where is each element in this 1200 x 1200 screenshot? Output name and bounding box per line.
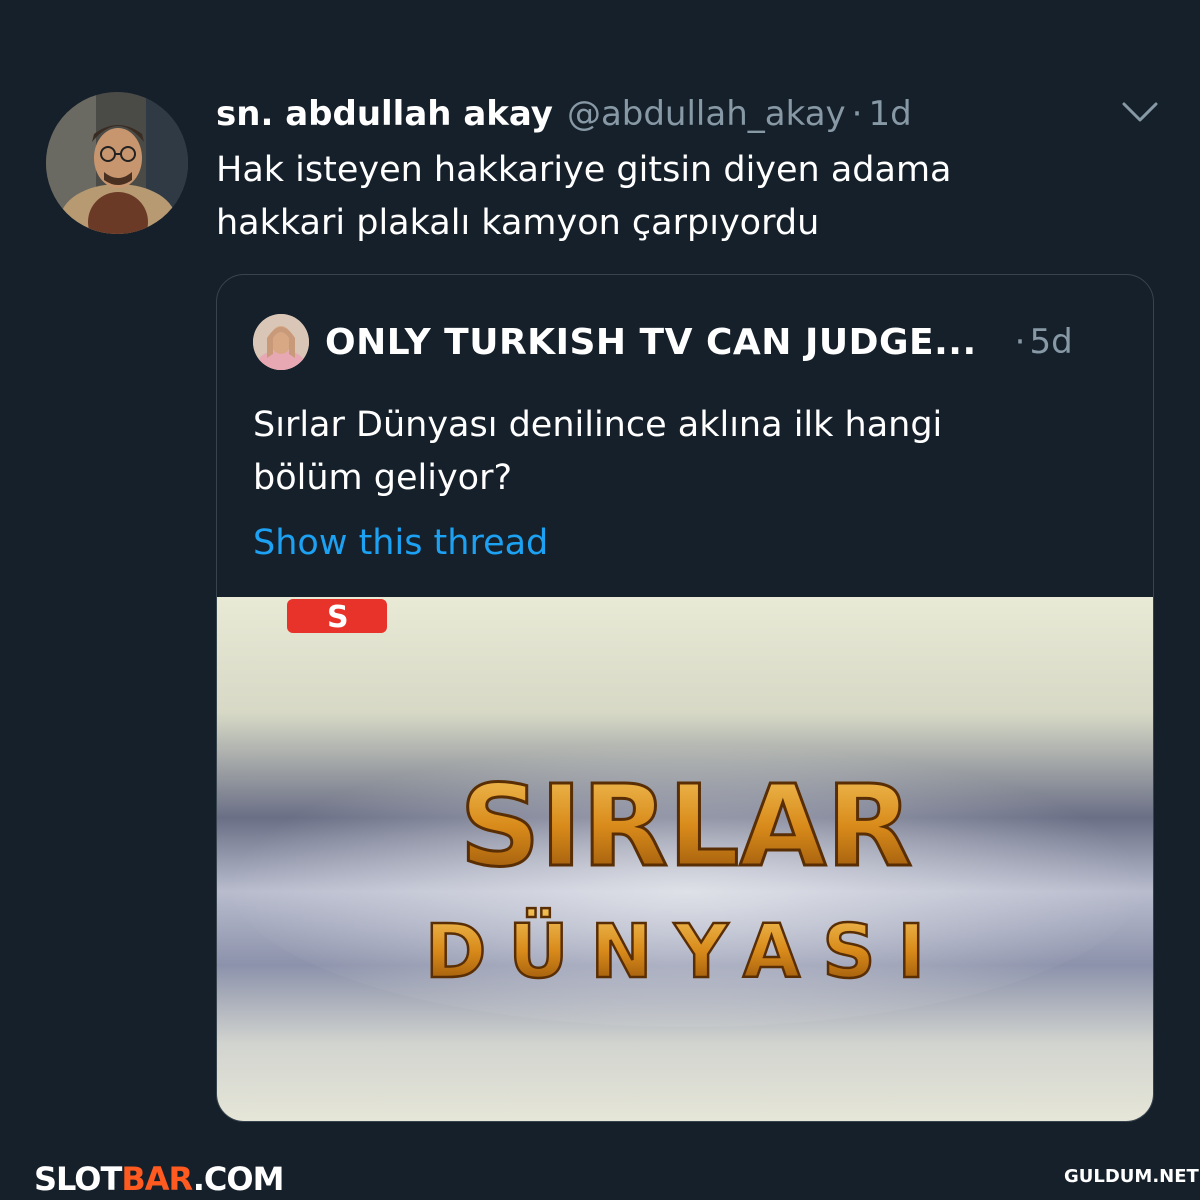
timestamp[interactable]: 1d (868, 94, 911, 134)
quoted-text-line: Sırlar Dünyası denilince aklına ilk hang… (253, 405, 943, 445)
tweet-text-line: Hak isteyen hakkariye gitsin diyen adama (216, 150, 952, 190)
quoted-avatar[interactable] (253, 314, 309, 370)
watermark-part: SLOT (34, 1160, 122, 1198)
media-title-line1: SIRLAR (460, 762, 913, 892)
separator-dot: · (851, 94, 863, 134)
channel-logo: S (327, 600, 349, 635)
watermark-guldum: GULDUM.NET (1064, 1166, 1199, 1187)
quoted-tweet[interactable]: ONLY TURKISH TV CAN JUDGE... · 5d Sırlar… (216, 274, 1154, 1122)
quoted-display-name[interactable]: ONLY TURKISH TV CAN JUDGE... (325, 322, 977, 363)
quoted-text-line: bölüm geliyor? (253, 458, 513, 498)
quoted-timestamp[interactable]: 5d (1029, 322, 1072, 362)
quoted-media-image[interactable]: S SIRLAR DÜNYASI (217, 597, 1153, 1121)
handle[interactable]: @abdullah_akay (567, 94, 846, 134)
quoted-tweet-text: Sırlar Dünyası denilince aklına ilk hang… (253, 399, 1113, 505)
watermark-slotbar: SLOTBAR.COM (34, 1160, 285, 1198)
tweet-text-line: hakkari plakalı kamyon çarpıyordu (216, 203, 820, 243)
tweet[interactable]: sn. abdullah akay @abdullah_akay · 1d Ha… (0, 0, 1200, 1200)
tweet-header: sn. abdullah akay @abdullah_akay · 1d (216, 94, 912, 134)
media-title-line2: DÜNYASI (425, 907, 947, 995)
avatar[interactable] (46, 92, 188, 234)
show-thread-link[interactable]: Show this thread (253, 517, 548, 570)
chevron-down-icon[interactable] (1120, 98, 1160, 128)
watermark-part: .COM (192, 1160, 285, 1198)
tweet-text: Hak isteyen hakkariye gitsin diyen adama… (216, 144, 1076, 250)
display-name[interactable]: sn. abdullah akay (216, 94, 553, 134)
separator-dot: · (1014, 322, 1026, 362)
quoted-tweet-header: ONLY TURKISH TV CAN JUDGE... · 5d (253, 311, 1073, 373)
watermark-part: BAR (121, 1160, 193, 1198)
